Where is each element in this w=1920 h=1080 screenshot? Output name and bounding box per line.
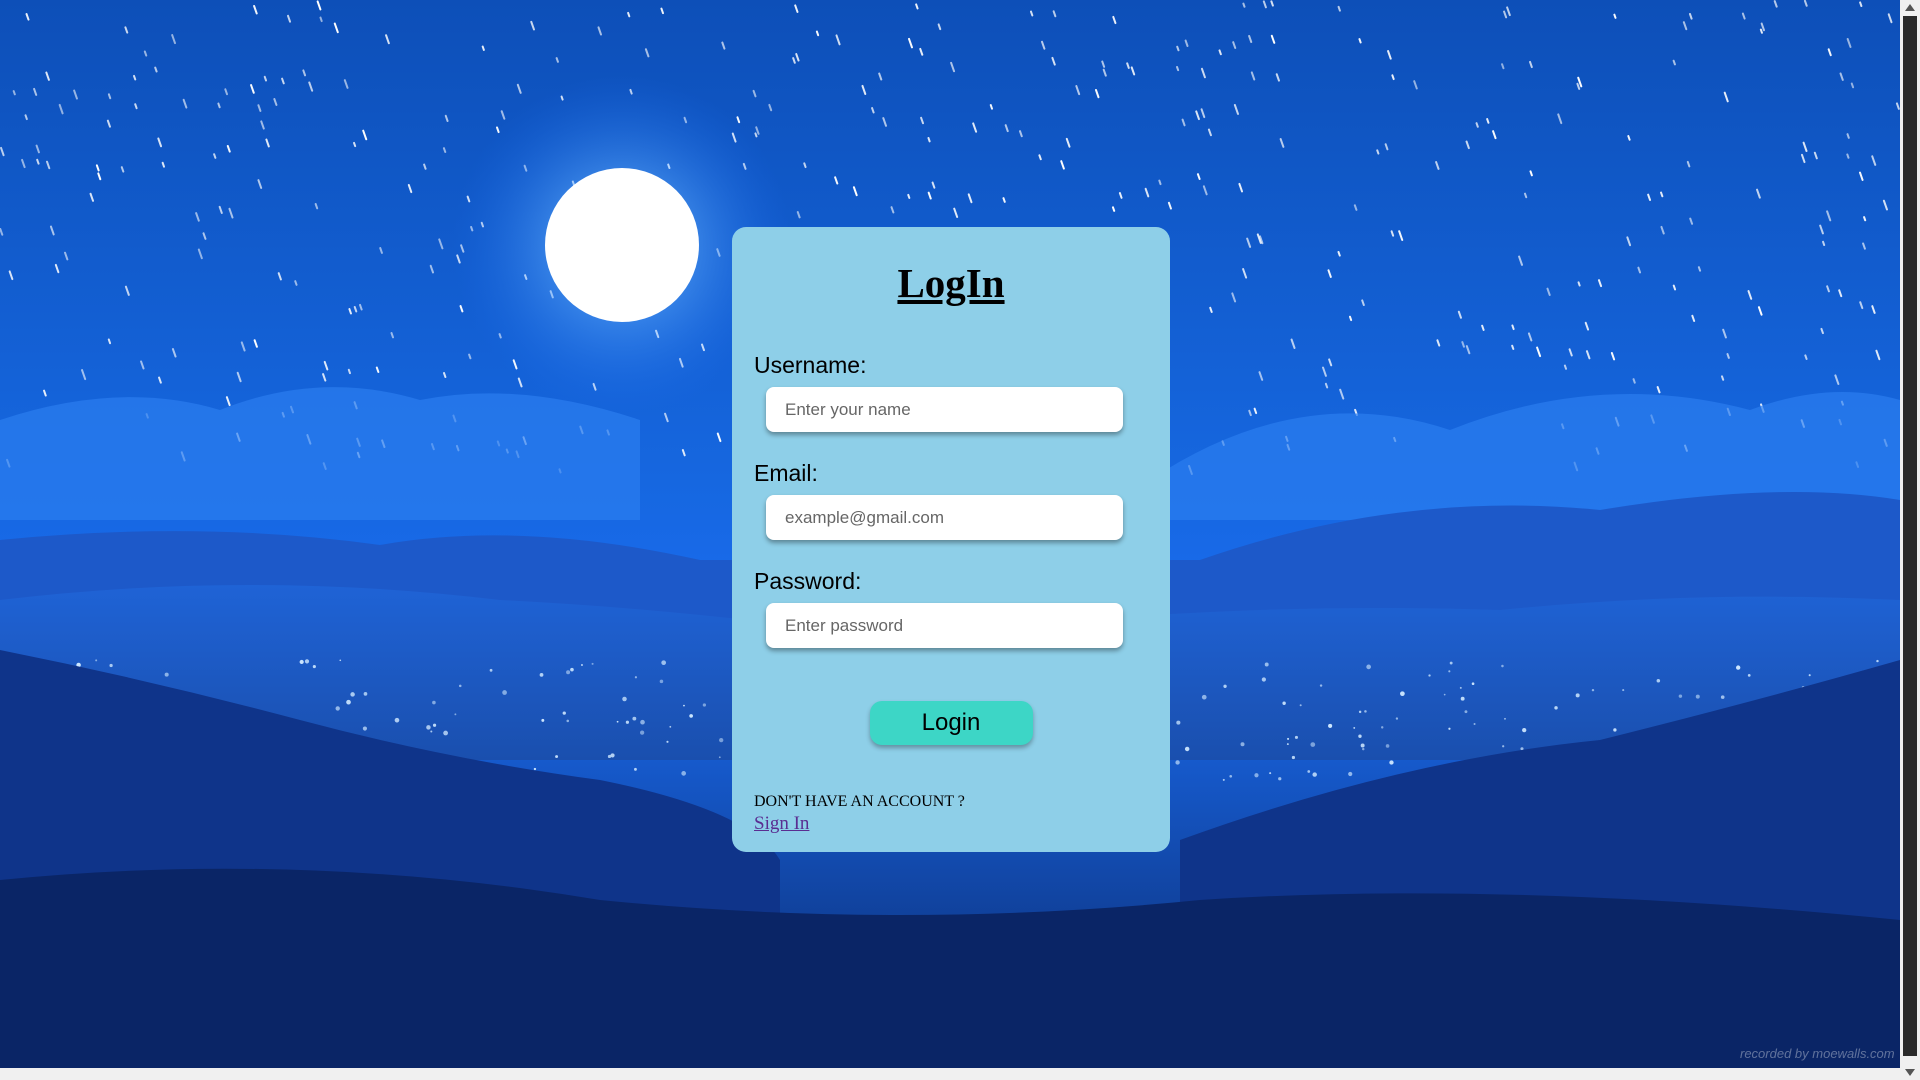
username-label: Username: bbox=[754, 352, 867, 379]
sign-in-link[interactable]: Sign In bbox=[754, 813, 809, 835]
no-account-text: DON'T HAVE AN ACCOUNT ? bbox=[754, 793, 965, 811]
moon-icon bbox=[545, 168, 699, 322]
login-button[interactable]: Login bbox=[869, 701, 1033, 746]
username-input[interactable] bbox=[766, 387, 1123, 433]
email-label: Email: bbox=[754, 460, 818, 487]
password-label: Password: bbox=[754, 568, 862, 595]
login-card: LogIn Username: Email: Password: Login D… bbox=[732, 227, 1170, 852]
watermark: recorded by moewalls.com bbox=[1740, 1046, 1895, 1061]
password-input[interactable] bbox=[766, 603, 1123, 649]
page-title: LogIn bbox=[897, 260, 1005, 306]
horizontal-strip bbox=[0, 1068, 1900, 1080]
vertical-scrollbar[interactable] bbox=[1900, 0, 1920, 1080]
scroll-down-arrow-icon[interactable] bbox=[1905, 1069, 1915, 1076]
scrollbar-thumb[interactable] bbox=[1903, 16, 1917, 1056]
email-input[interactable] bbox=[766, 495, 1123, 541]
scroll-up-arrow-icon[interactable] bbox=[1905, 4, 1915, 11]
